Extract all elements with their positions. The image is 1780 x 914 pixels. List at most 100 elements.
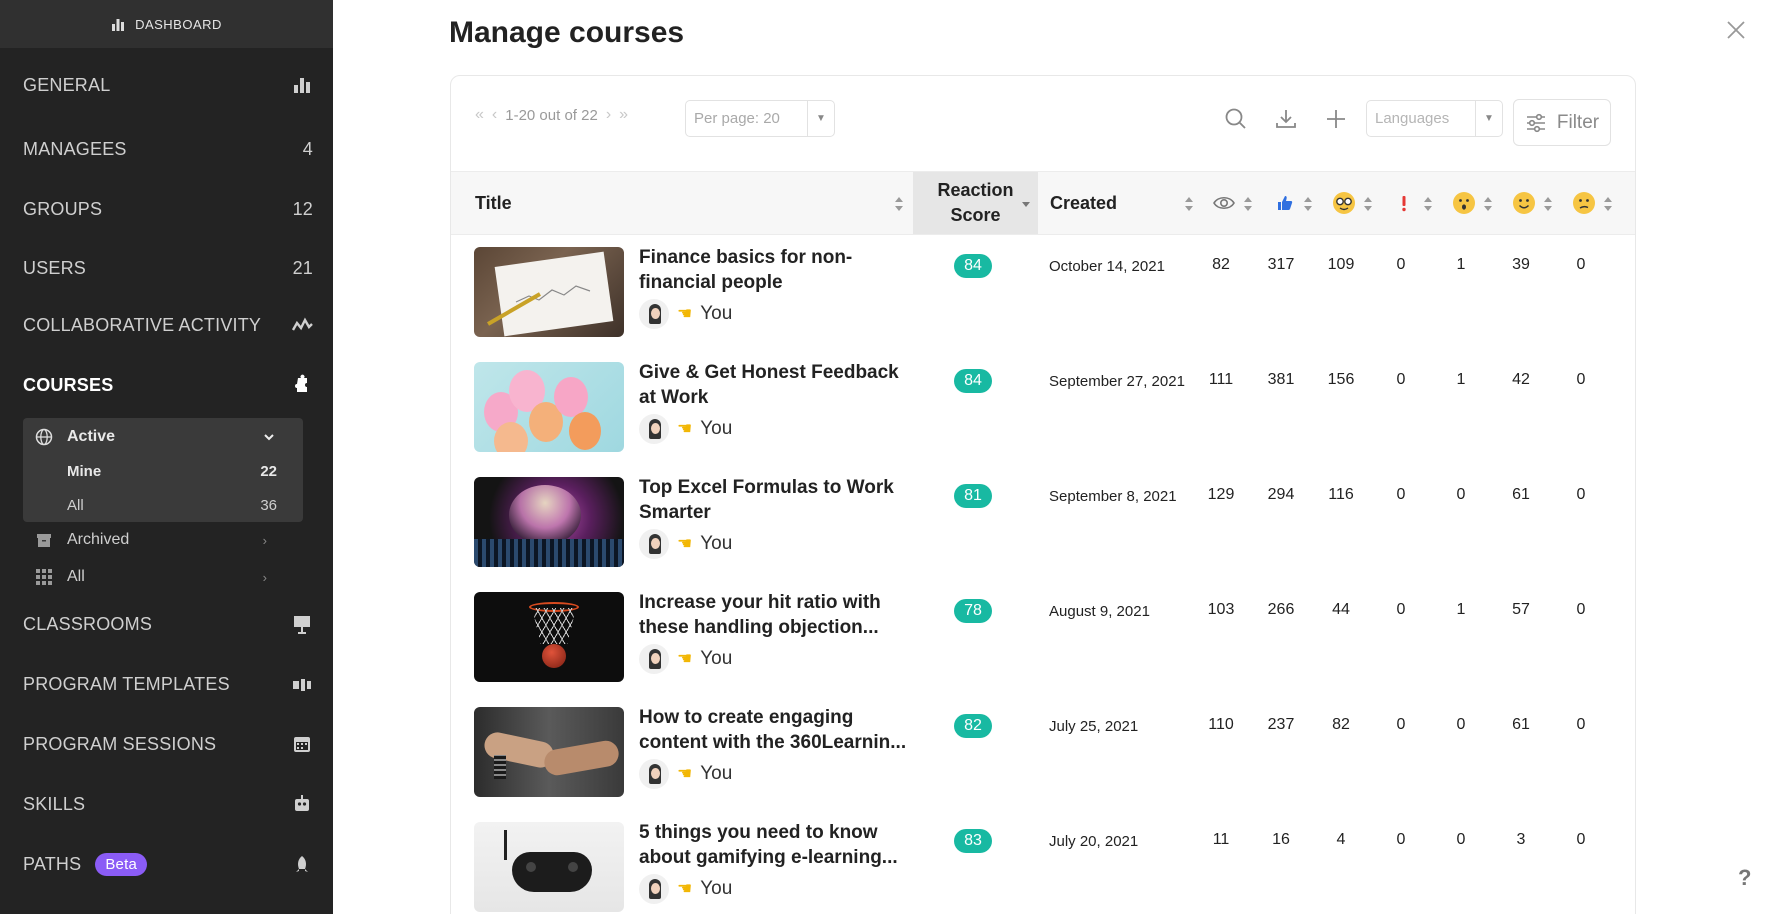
- sort-icon[interactable]: [1303, 196, 1313, 212]
- alert-count: 0: [1396, 601, 1406, 618]
- sidebar-item-users[interactable]: USERS 21: [23, 253, 313, 283]
- course-thumbnail[interactable]: [474, 592, 624, 682]
- filter-all-active[interactable]: All 36: [67, 494, 277, 516]
- filter-all-label: All: [67, 568, 85, 585]
- table-row[interactable]: 5 things you need to know about gamifyin…: [451, 812, 1635, 914]
- author-label: You: [700, 533, 733, 554]
- dashboard-label: DASHBOARD: [135, 16, 222, 32]
- smiling-face-icon: [1513, 192, 1535, 214]
- chevron-right-icon: ›: [262, 569, 267, 585]
- table-row[interactable]: Finance basics for non-financial people …: [451, 237, 1635, 352]
- course-thumbnail[interactable]: [474, 247, 624, 337]
- created-date: July 25, 2021: [1049, 718, 1139, 735]
- sort-icon[interactable]: [894, 196, 904, 212]
- nerd-face-icon: [1333, 192, 1355, 214]
- table-row[interactable]: How to create engaging content with the …: [451, 697, 1635, 812]
- dashboard-link[interactable]: DASHBOARD: [0, 0, 333, 48]
- globe-icon: [35, 428, 53, 446]
- nerd-count: 156: [1327, 371, 1355, 388]
- sidebar-item-label: USERS: [23, 257, 87, 278]
- filter-all[interactable]: All ›: [35, 566, 267, 588]
- download-icon[interactable]: [1273, 106, 1299, 132]
- course-thumbnail[interactable]: [474, 707, 624, 797]
- course-title[interactable]: 5 things you need to know about gamifyin…: [639, 820, 909, 870]
- course-title[interactable]: Top Excel Formulas to Work Smarter: [639, 475, 909, 525]
- avatar: [639, 759, 669, 789]
- surprised-face-icon: [1453, 192, 1475, 214]
- search-icon[interactable]: [1223, 106, 1249, 132]
- avatar: [639, 414, 669, 444]
- sidebar-item-label: PROGRAM TEMPLATES: [23, 673, 230, 694]
- column-reaction-score[interactable]: Reaction Score: [913, 172, 1038, 234]
- course-thumbnail[interactable]: [474, 362, 624, 452]
- activity-icon: [291, 317, 313, 331]
- sort-icon[interactable]: [1363, 196, 1373, 212]
- sort-icon[interactable]: [1543, 196, 1553, 212]
- prev-page-icon[interactable]: ‹: [492, 106, 497, 124]
- views-count: 11: [1212, 831, 1230, 848]
- per-page-select[interactable]: Per page: 20 ▼: [685, 100, 835, 137]
- filter-all-label: All: [67, 496, 84, 514]
- sidebar-item-label: PROGRAM SESSIONS: [23, 733, 217, 754]
- sidebar-item-label: GROUPS: [23, 198, 103, 219]
- sidebar-item-program-sessions[interactable]: PROGRAM SESSIONS: [23, 729, 313, 759]
- sort-icon[interactable]: [1603, 196, 1613, 212]
- sidebar-item-courses[interactable]: COURSES: [23, 370, 313, 400]
- sidebar-item-managees[interactable]: MANAGEES 4: [23, 134, 313, 164]
- sidebar-item-program-templates[interactable]: PROGRAM TEMPLATES: [23, 669, 313, 699]
- reaction-score-badge: 82: [954, 714, 992, 738]
- author-label: You: [700, 418, 733, 439]
- happy-count: 39: [1512, 256, 1530, 273]
- close-icon[interactable]: [1722, 16, 1750, 44]
- alert-count: 0: [1396, 716, 1406, 733]
- course-title[interactable]: How to create engaging content with the …: [639, 705, 909, 755]
- alert-count: 0: [1396, 486, 1406, 503]
- column-created[interactable]: Created: [1050, 172, 1117, 234]
- sidebar-item-label: COLLABORATIVE ACTIVITY: [23, 314, 262, 335]
- course-thumbnail[interactable]: [474, 822, 624, 912]
- surprised-count: 0: [1456, 831, 1466, 848]
- add-icon[interactable]: [1323, 106, 1349, 132]
- course-author: ☚ You: [639, 529, 732, 559]
- sidebar-item-groups[interactable]: GROUPS 12: [23, 194, 313, 224]
- help-button[interactable]: ?: [1738, 865, 1751, 891]
- column-title[interactable]: Title: [475, 172, 512, 234]
- filter-button[interactable]: Filter: [1513, 99, 1611, 146]
- sidebar-item-general[interactable]: GENERAL: [23, 70, 313, 100]
- likes-count: 237: [1267, 716, 1295, 733]
- avatar: [639, 299, 669, 329]
- beta-badge: Beta: [95, 852, 148, 876]
- sidebar-item-label: MANAGEES: [23, 138, 127, 159]
- course-title[interactable]: Give & Get Honest Feedback at Work: [639, 360, 909, 410]
- template-icon: [293, 679, 311, 691]
- next-page-icon[interactable]: ›: [606, 106, 611, 124]
- happy-count: 57: [1512, 601, 1530, 618]
- course-thumbnail[interactable]: [474, 477, 624, 567]
- sort-icon[interactable]: [1423, 196, 1433, 212]
- table-row[interactable]: Top Excel Formulas to Work Smarter ☚ You…: [451, 467, 1635, 582]
- confused-count: 0: [1576, 716, 1586, 733]
- sort-desc-icon[interactable]: [1021, 196, 1031, 212]
- filter-mine[interactable]: Mine 22: [67, 460, 277, 482]
- sidebar-item-skills[interactable]: SKILLS: [23, 789, 313, 819]
- chevron-down-icon: [264, 434, 274, 441]
- sort-icon[interactable]: [1184, 196, 1194, 212]
- sort-icon[interactable]: [1243, 196, 1253, 212]
- sidebar-item-classrooms[interactable]: CLASSROOMS: [23, 609, 313, 639]
- table-row[interactable]: Increase your hit ratio with these handl…: [451, 582, 1635, 697]
- nerd-count: 116: [1328, 486, 1354, 503]
- languages-select[interactable]: Languages ▼: [1366, 100, 1503, 137]
- course-title[interactable]: Increase your hit ratio with these handl…: [639, 590, 909, 640]
- filter-active-label: Active: [67, 428, 116, 445]
- first-page-icon[interactable]: «: [475, 106, 484, 124]
- course-title[interactable]: Finance basics for non-financial people: [639, 245, 909, 295]
- filter-archived[interactable]: Archived ›: [35, 529, 267, 551]
- nerd-count: 82: [1332, 716, 1350, 733]
- table-row[interactable]: Give & Get Honest Feedback at Work ☚ You…: [451, 352, 1635, 467]
- sidebar-item-collaborative-activity[interactable]: COLLABORATIVE ACTIVITY: [23, 310, 313, 340]
- last-page-icon[interactable]: »: [619, 106, 628, 124]
- alert-count: 0: [1396, 371, 1406, 388]
- sidebar-item-paths[interactable]: PATHS Beta: [23, 849, 313, 879]
- sort-icon[interactable]: [1483, 196, 1493, 212]
- filter-active[interactable]: Active: [35, 425, 275, 449]
